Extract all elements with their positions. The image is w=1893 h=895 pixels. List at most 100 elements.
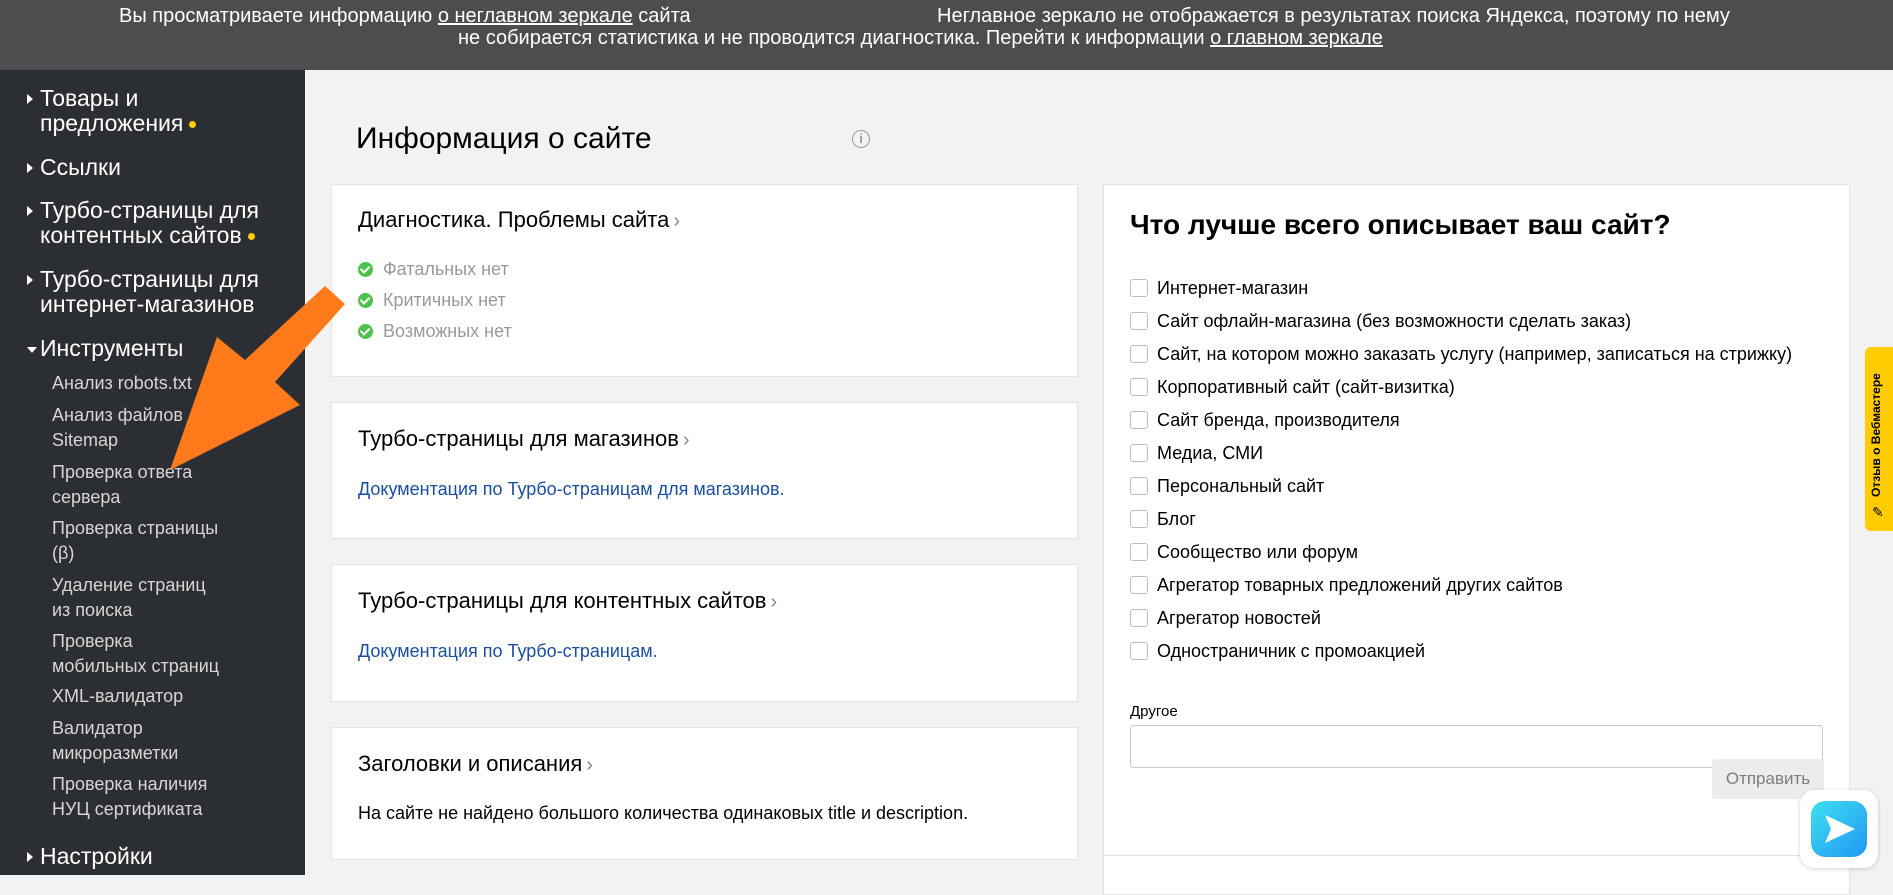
option-label: Блог (1157, 509, 1196, 529)
tool-label: Проверка ответа (52, 462, 193, 482)
checkbox[interactable] (1130, 378, 1148, 396)
sidebar-tool-mobile-check[interactable]: Проверка мобильных страниц (52, 629, 252, 679)
sidebar-item-turbo-shops[interactable]: Турбо-страницы для интернет-магазинов (27, 266, 300, 317)
caret-right-icon (27, 163, 33, 173)
main-mirror-link[interactable]: о главном зеркале (1210, 27, 1383, 49)
banner-text: не собирается статистика и не проводится… (458, 27, 1211, 49)
mirror-banner: Вы просматриваете информацию о неглавном… (0, 0, 1893, 70)
headers-status-text: На сайте не найдено большого количества … (358, 803, 969, 823)
card-title-text: Турбо-страницы для контентных сайтов (358, 588, 767, 613)
sidebar-item-label: Турбо-страницы для (40, 266, 259, 292)
page-title: Информация о сайте (356, 122, 652, 155)
check-circle-icon (358, 324, 373, 339)
survey-option-corporate[interactable]: Корпоративный сайт (сайт-визитка) (1130, 376, 1455, 398)
sidebar-item-label: Ссылки (40, 154, 121, 180)
banner-text: Вы просматриваете информацию (119, 5, 438, 27)
sidebar-tool-robots[interactable]: Анализ robots.txt (52, 371, 252, 396)
tool-label: (β) (52, 543, 75, 563)
checkbox[interactable] (1130, 642, 1148, 660)
survey-option-online-shop[interactable]: Интернет-магазин (1130, 277, 1308, 299)
survey-option-services[interactable]: Сайт, на котором можно заказать услугу (… (1130, 343, 1792, 365)
sidebar-tool-certificate-check[interactable]: Проверка наличия НУЦ сертификата (52, 772, 252, 822)
sidebar-tool-server-response[interactable]: Проверка ответа сервера (52, 460, 252, 510)
sidebar-item-settings[interactable]: Настройки (27, 843, 300, 869)
new-indicator-dot (247, 233, 255, 241)
banner-line2: не собирается статистика и не проводится… (458, 27, 1383, 49)
sidebar-item-tools[interactable]: Инструменты (27, 336, 300, 361)
sidebar-item-label: интернет-магазинов (40, 291, 255, 317)
sidebar-tool-remove-pages[interactable]: Удаление страниц из поиска (52, 573, 252, 623)
banner-line1-right: Неглавное зеркало не отображается в резу… (937, 5, 1730, 27)
caret-right-icon (27, 94, 33, 104)
check-circle-icon (358, 293, 373, 308)
checkbox[interactable] (1130, 543, 1148, 561)
sidebar-tool-sitemap[interactable]: Анализ файлов Sitemap (52, 403, 252, 453)
checkbox[interactable] (1130, 312, 1148, 330)
headers-title[interactable]: Заголовки и описания › (358, 751, 593, 778)
checkbox[interactable] (1130, 510, 1148, 528)
survey-option-landing[interactable]: Одностраничник с промоакцией (1130, 640, 1425, 662)
survey-option-news-aggregator[interactable]: Агрегатор новостей (1130, 607, 1321, 629)
sidebar-tool-xml-validator[interactable]: XML-валидатор (52, 684, 252, 709)
option-label: Сайт, на котором можно заказать услугу (… (1157, 344, 1793, 364)
banner-line1-left: Вы просматриваете информацию о неглавном… (119, 5, 691, 27)
caret-right-icon (27, 206, 33, 216)
checkbox[interactable] (1130, 411, 1148, 429)
sidebar-item-links[interactable]: Ссылки (27, 154, 300, 180)
chat-widget-button[interactable] (1800, 790, 1878, 868)
card-title-text: Диагностика. Проблемы сайта (358, 207, 670, 232)
survey-option-community[interactable]: Сообщество или форум (1130, 541, 1358, 563)
sidebar-item-label: Настройки (40, 843, 153, 869)
sidebar-item-label: контентных сайтов (40, 222, 242, 248)
card-title-text: Заголовки и описания (358, 751, 583, 776)
diag-label: Фатальных нет (383, 259, 509, 279)
option-label: Одностраничник с промоакцией (1157, 641, 1426, 661)
checkbox[interactable] (1130, 576, 1148, 594)
survey-option-personal[interactable]: Персональный сайт (1130, 475, 1324, 497)
tool-label: из поиска (52, 600, 133, 620)
sidebar-tool-page-check[interactable]: Проверка страницы (β) (52, 516, 252, 566)
checkbox[interactable] (1130, 477, 1148, 495)
diag-label: Критичных нет (383, 290, 506, 310)
sidebar-item-turbo-content[interactable]: Турбо-страницы для контентных сайтов (27, 198, 300, 248)
option-label: Агрегатор товарных предложений других са… (1157, 575, 1563, 595)
info-icon[interactable]: i (852, 130, 870, 148)
caret-right-icon (27, 275, 33, 285)
non-main-mirror-link[interactable]: о неглавном зеркале (438, 5, 633, 27)
checkbox[interactable] (1130, 279, 1148, 297)
sidebar-tool-microdata-validator[interactable]: Валидатор микроразметки (52, 716, 252, 766)
checkbox[interactable] (1130, 609, 1148, 627)
diagnostics-title[interactable]: Диагностика. Проблемы сайта › (358, 207, 680, 234)
tool-label: Проверка (52, 631, 133, 651)
card-title-text: Турбо-страницы для магазинов (358, 426, 679, 451)
chat-icon (1811, 801, 1867, 857)
new-indicator-dot (189, 121, 197, 129)
turbo-shops-docs-link[interactable]: Документация по Турбо-страницам для мага… (358, 478, 785, 500)
option-label: Агрегатор новостей (1157, 608, 1321, 628)
option-label: Сайт офлайн-магазина (без возможности сд… (1157, 311, 1632, 331)
turbo-content-title[interactable]: Турбо-страницы для контентных сайтов › (358, 588, 777, 615)
option-label: Сообщество или форум (1157, 542, 1358, 562)
sidebar-item-goods[interactable]: Товары и предложения (27, 86, 300, 136)
chat-arrow-icon (1825, 815, 1855, 843)
checkbox[interactable] (1130, 444, 1148, 462)
other-label: Другое (1130, 703, 1178, 720)
turbo-shops-title[interactable]: Турбо-страницы для магазинов › (358, 426, 690, 453)
checkbox[interactable] (1130, 345, 1148, 363)
tool-label: Проверка страницы (52, 518, 219, 538)
turbo-content-docs-link[interactable]: Документация по Турбо-страницам. (358, 640, 658, 662)
diag-label: Возможных нет (383, 321, 512, 341)
survey-option-offline-shop[interactable]: Сайт офлайн-магазина (без возможности сд… (1130, 310, 1631, 332)
chevron-right-icon: › (682, 429, 690, 451)
diag-fatal: Фатальных нет (358, 258, 509, 280)
survey-option-brand[interactable]: Сайт бренда, производителя (1130, 409, 1400, 431)
option-label: Корпоративный сайт (сайт-визитка) (1157, 377, 1455, 397)
feedback-tab[interactable]: Отзыв о Вебмастере ✎ (1865, 347, 1893, 531)
option-label: Медиа, СМИ (1157, 443, 1264, 463)
survey-option-offers-aggregator[interactable]: Агрегатор товарных предложений других са… (1130, 574, 1563, 596)
caret-down-icon (27, 347, 37, 353)
feedback-icon: ✎ (1872, 504, 1884, 520)
survey-option-media[interactable]: Медиа, СМИ (1130, 442, 1263, 464)
banner-text: сайта (632, 5, 691, 27)
survey-option-blog[interactable]: Блог (1130, 508, 1196, 530)
